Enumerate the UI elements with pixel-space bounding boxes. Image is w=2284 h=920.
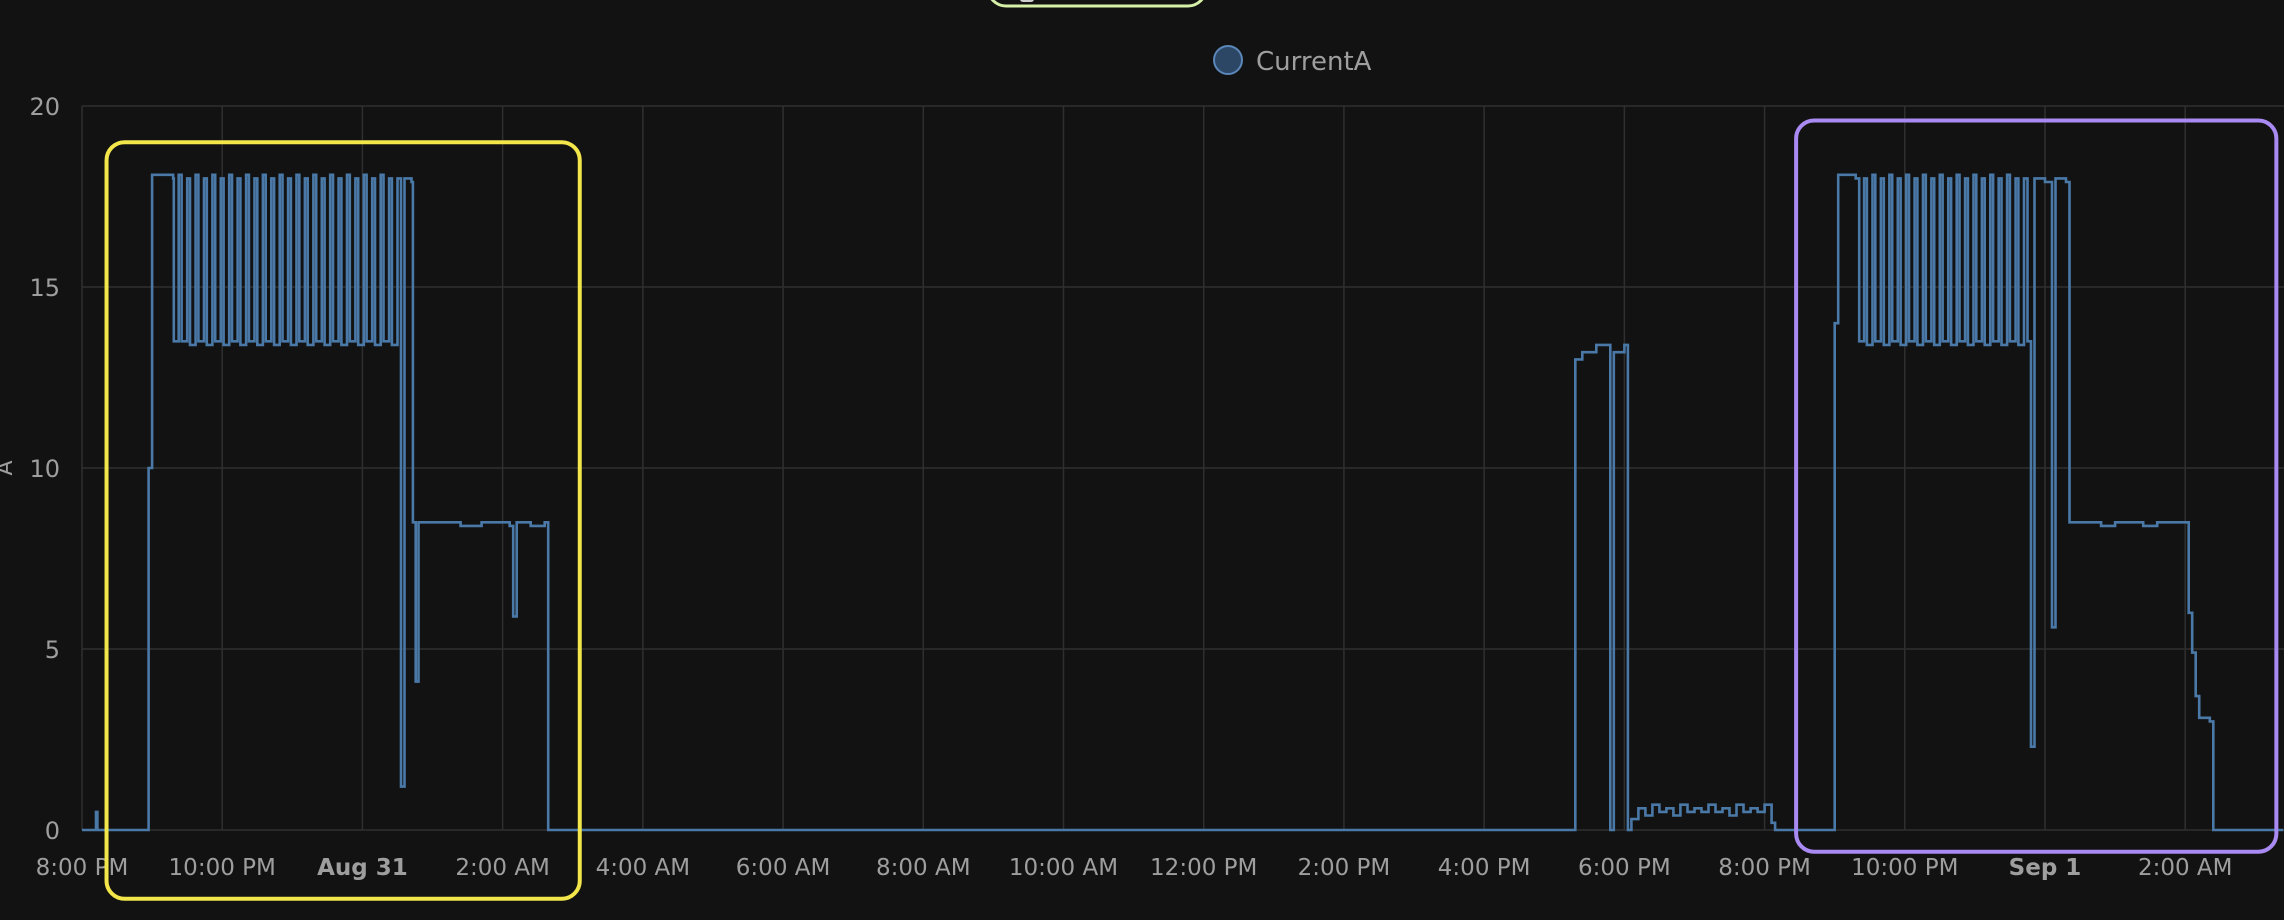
x-tick-label: Sep 1 bbox=[2009, 855, 2082, 881]
series-line-currenta bbox=[82, 173, 2284, 832]
x-tick-label: 2:00 AM bbox=[2138, 855, 2233, 881]
x-axis-ticks: 8:00 PM 10:00 PM Aug 31 2:00 AM 4:00 AM 6:00 … bbox=[36, 855, 2233, 881]
x-tick-label: 10:00 AM bbox=[1009, 855, 1118, 881]
y-tick-label: 20 bbox=[29, 93, 60, 121]
current-chart: CurrentA 0 5 10 15 20 8:00 PM 10:00 PM Aug 31 2… bbox=[0, 0, 2284, 901]
x-tick-label: 12:00 PM bbox=[1150, 855, 1257, 881]
x-tick-label: 8:00 PM bbox=[36, 855, 129, 881]
legend[interactable]: CurrentA bbox=[1213, 45, 1372, 77]
y-axis-label-group: A bbox=[0, 460, 18, 475]
top-pill-knob bbox=[1020, 0, 1034, 2]
series-lines bbox=[82, 173, 2284, 832]
x-tick-label: 10:00 PM bbox=[1851, 855, 1958, 881]
chart-container: CurrentA 0 5 10 15 20 8:00 PM 10:00 PM Aug 31 2… bbox=[0, 0, 2284, 920]
y-axis-label: A bbox=[0, 460, 18, 475]
x-tick-label: 6:00 PM bbox=[1578, 855, 1671, 881]
x-tick-label: 10:00 PM bbox=[169, 855, 276, 881]
x-tick-label: 8:00 AM bbox=[876, 855, 971, 881]
y-axis-ticks: 0 5 10 15 20 bbox=[29, 93, 60, 845]
legend-label[interactable]: CurrentA bbox=[1256, 47, 1372, 77]
y-tick-label: 5 bbox=[45, 636, 60, 664]
x-tick-label: 4:00 AM bbox=[596, 855, 691, 881]
top-pill-decoration bbox=[990, 0, 1204, 8]
x-tick-label: 2:00 PM bbox=[1298, 855, 1391, 881]
x-tick-label: 6:00 AM bbox=[736, 855, 831, 881]
y-tick-label: 10 bbox=[29, 455, 60, 483]
y-tick-label: 15 bbox=[29, 274, 60, 302]
x-tick-label: 2:00 AM bbox=[455, 855, 550, 881]
legend-swatch-icon bbox=[1213, 45, 1243, 75]
y-tick-label: 0 bbox=[45, 817, 60, 845]
x-tick-label: 8:00 PM bbox=[1718, 855, 1811, 881]
x-tick-label: 4:00 PM bbox=[1438, 855, 1531, 881]
x-tick-label: Aug 31 bbox=[317, 855, 408, 881]
